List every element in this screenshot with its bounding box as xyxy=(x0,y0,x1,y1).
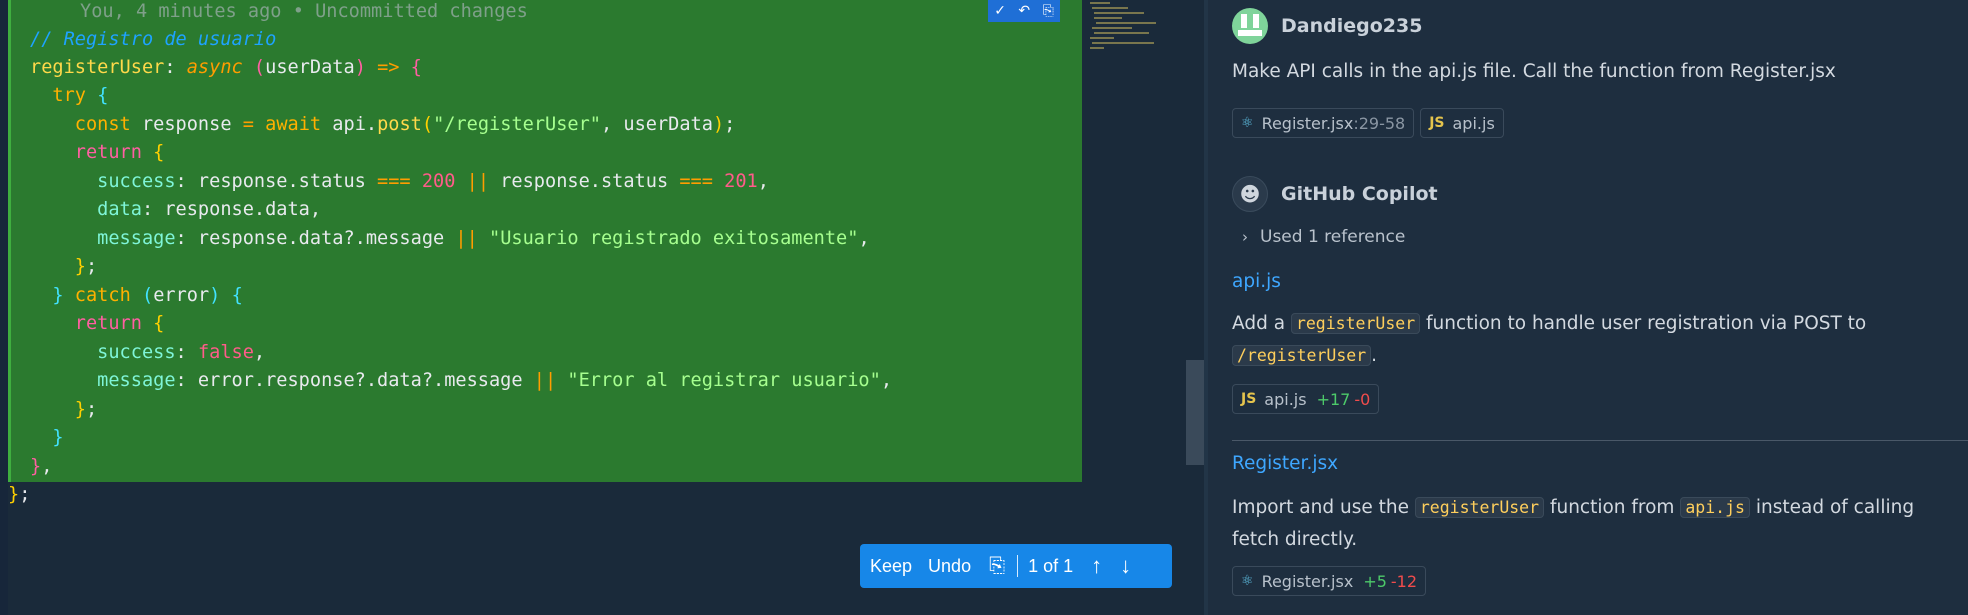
toolbar-separator xyxy=(1017,555,1019,577)
code-line: const response = await api.post("/regist… xyxy=(74,114,736,135)
text: function to handle user registration via… xyxy=(1426,313,1867,334)
code-line: return { xyxy=(74,313,165,334)
edited-file-chip[interactable]: ⚛ Register.jsx +5 -12 xyxy=(1232,566,1427,596)
js-file-icon: JS xyxy=(1241,391,1257,407)
arrow-down-icon[interactable]: ↓ xyxy=(1120,553,1131,579)
change-counter: 1 of 1 xyxy=(1028,555,1074,576)
text: Add a xyxy=(1232,313,1286,334)
reference-range: :29-58 xyxy=(1353,113,1406,133)
inline-code: registerUser xyxy=(1414,497,1545,518)
chevron-right-icon: › xyxy=(1242,228,1248,246)
used-references-label: Used 1 reference xyxy=(1260,227,1406,247)
editor-gutter xyxy=(0,0,8,615)
keep-button[interactable]: Keep xyxy=(870,556,912,577)
text: Import and use the xyxy=(1232,497,1409,518)
lines-added: +5 xyxy=(1363,571,1387,591)
diff-file-icon[interactable]: ⎘ xyxy=(989,555,1005,578)
user-message: Make API calls in the api.js file. Call … xyxy=(1232,61,1836,82)
text: function from xyxy=(1549,497,1675,518)
code-line: // Registro de usuario xyxy=(30,29,277,50)
code-line: } catch (error) { xyxy=(52,285,243,306)
code-editor[interactable]: You, 4 minutes ago • Uncommitted changes… xyxy=(0,0,1208,615)
response-paragraph: Import and use the registerUser function… xyxy=(1232,492,1962,556)
git-blame-annotation: You, 4 minutes ago • Uncommitted changes xyxy=(80,1,528,22)
code-line: try { xyxy=(52,85,109,106)
user-name: Dandiego235 xyxy=(1281,15,1423,37)
user-avatar xyxy=(1232,8,1268,44)
js-file-icon: JS xyxy=(1429,115,1445,131)
section-divider xyxy=(1232,440,1968,441)
file-name: api.js xyxy=(1264,389,1307,409)
code-line: }, xyxy=(30,456,53,477)
file-name: Register.jsx xyxy=(1261,571,1354,591)
diff-accent-bar xyxy=(8,0,11,482)
code-line: return { xyxy=(74,142,165,163)
code-line: success: response.status === 200 || resp… xyxy=(97,171,769,192)
reference-chip[interactable]: JS api.js xyxy=(1420,108,1504,138)
diff-review-toolbar: Keep Undo ⎘ 1 of 1 ↑ ↓ xyxy=(860,544,1172,588)
code-line: } xyxy=(52,427,64,448)
inline-code: api.js xyxy=(1680,497,1750,518)
copilot-icon: ☻ xyxy=(1232,176,1268,212)
accept-icon[interactable]: ✓ xyxy=(994,3,1006,19)
reference-name: Register.jsx xyxy=(1261,113,1354,133)
inline-code: registerUser xyxy=(1290,313,1421,334)
user-references: ⚛ Register.jsx:29-58 JS api.js xyxy=(1232,108,1504,138)
code-line: }; xyxy=(74,256,98,277)
code-line: registerUser: async (userData) => { xyxy=(30,57,422,78)
open-diff-icon[interactable]: ⎘ xyxy=(1043,3,1054,19)
code-line: }; xyxy=(8,484,31,505)
file-link[interactable]: Register.jsx xyxy=(1232,453,1338,474)
react-file-icon: ⚛ xyxy=(1241,573,1254,589)
edited-file-chip[interactable]: JS api.js +17 -0 xyxy=(1232,384,1380,414)
inline-diff-actions: ✓ ↶ ⎘ xyxy=(988,0,1060,22)
undo-button[interactable]: Undo xyxy=(928,556,971,577)
response-paragraph: Add a registerUser function to handle us… xyxy=(1232,308,1932,372)
scrollbar-thumb[interactable] xyxy=(1186,360,1204,465)
file-link[interactable]: api.js xyxy=(1232,271,1281,292)
code-line: data: response.data, xyxy=(97,199,322,220)
react-file-icon: ⚛ xyxy=(1241,115,1254,131)
arrow-up-icon[interactable]: ↑ xyxy=(1091,553,1102,579)
used-references-toggle[interactable]: › Used 1 reference xyxy=(1242,227,1405,247)
lines-added: +17 xyxy=(1316,389,1351,409)
code-line: success: false, xyxy=(97,342,266,363)
undo-icon[interactable]: ↶ xyxy=(1018,3,1030,19)
reference-name: api.js xyxy=(1452,113,1495,133)
inline-code: /registerUser xyxy=(1232,345,1372,366)
code-line: message: response.data?.message || "Usua… xyxy=(97,228,870,249)
copilot-chat-panel: Dandiego235 Make API calls in the api.js… xyxy=(1208,0,1968,615)
text: . xyxy=(1371,345,1378,366)
lines-removed: -0 xyxy=(1354,389,1371,409)
reference-chip[interactable]: ⚛ Register.jsx:29-58 xyxy=(1232,108,1415,138)
code-line: message: error.response?.data?.message |… xyxy=(97,370,893,391)
assistant-name: GitHub Copilot xyxy=(1281,183,1438,205)
minimap[interactable] xyxy=(1086,0,1172,60)
code-line: }; xyxy=(74,399,98,420)
lines-removed: -12 xyxy=(1390,571,1418,591)
